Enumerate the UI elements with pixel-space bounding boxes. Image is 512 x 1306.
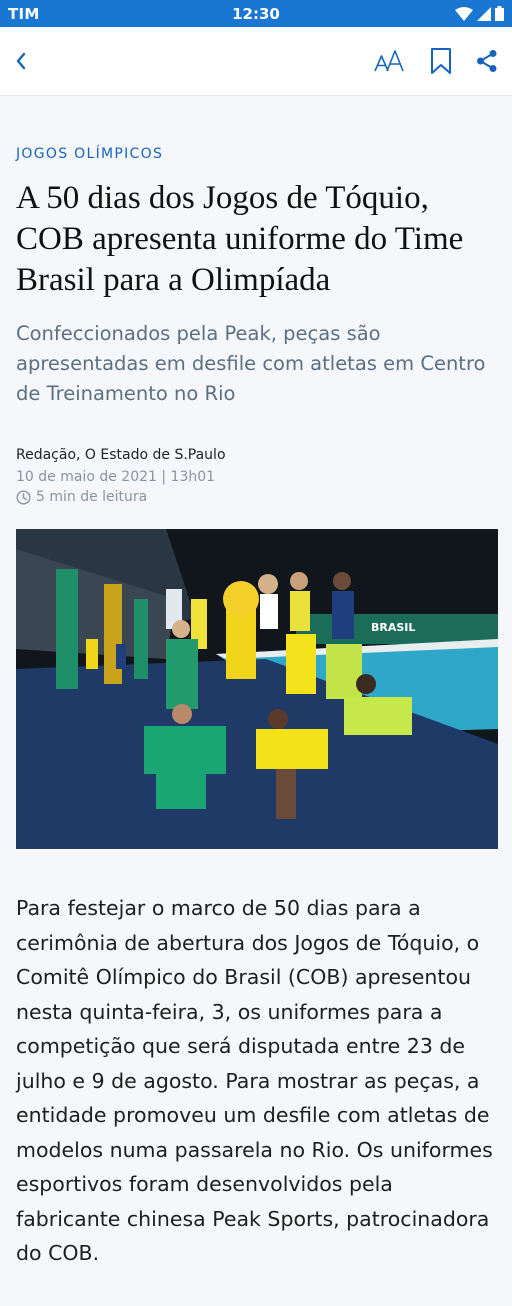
share-button[interactable]	[476, 49, 498, 73]
status-icons	[455, 6, 504, 21]
clock: 12:30	[232, 4, 280, 23]
read-time-label: 5 min de leitura	[36, 489, 148, 505]
font-size-icon	[374, 50, 404, 72]
photo-brasil-sign: BRASIL	[371, 621, 415, 634]
bookmark-icon	[431, 48, 451, 74]
article-author: Redação, O Estado de S.Paulo	[16, 447, 226, 463]
article: JOGOS OLÍMPICOS A 50 dias dos Jogos de T…	[0, 146, 512, 1271]
status-bar: TIM 12:30	[0, 0, 512, 27]
toolbar-actions	[374, 47, 498, 75]
share-icon	[477, 50, 497, 72]
battery-icon	[495, 6, 504, 21]
article-body: Para festejar o marco de 50 dias para a …	[16, 896, 493, 1265]
back-button[interactable]	[14, 51, 28, 71]
wifi-icon	[455, 6, 473, 21]
signal-icon	[477, 6, 491, 21]
font-size-button[interactable]	[374, 47, 406, 75]
article-category[interactable]: JOGOS OLÍMPICOS	[16, 146, 496, 162]
article-photo[interactable]: BRASIL	[16, 529, 498, 849]
article-subtitle: Confeccionados pela Peak, peças são apre…	[16, 322, 486, 405]
carrier-name: TIM	[8, 4, 40, 23]
article-toolbar	[0, 27, 512, 96]
read-time: 5 min de leitura	[16, 489, 496, 505]
chevron-left-icon	[16, 52, 26, 70]
clock-icon	[16, 489, 31, 505]
article-title: A 50 dias dos Jogos de Tóquio, COB apres…	[16, 180, 464, 298]
article-date: 10 de maio de 2021 | 13h01	[16, 469, 216, 485]
bookmark-button[interactable]	[430, 47, 452, 75]
